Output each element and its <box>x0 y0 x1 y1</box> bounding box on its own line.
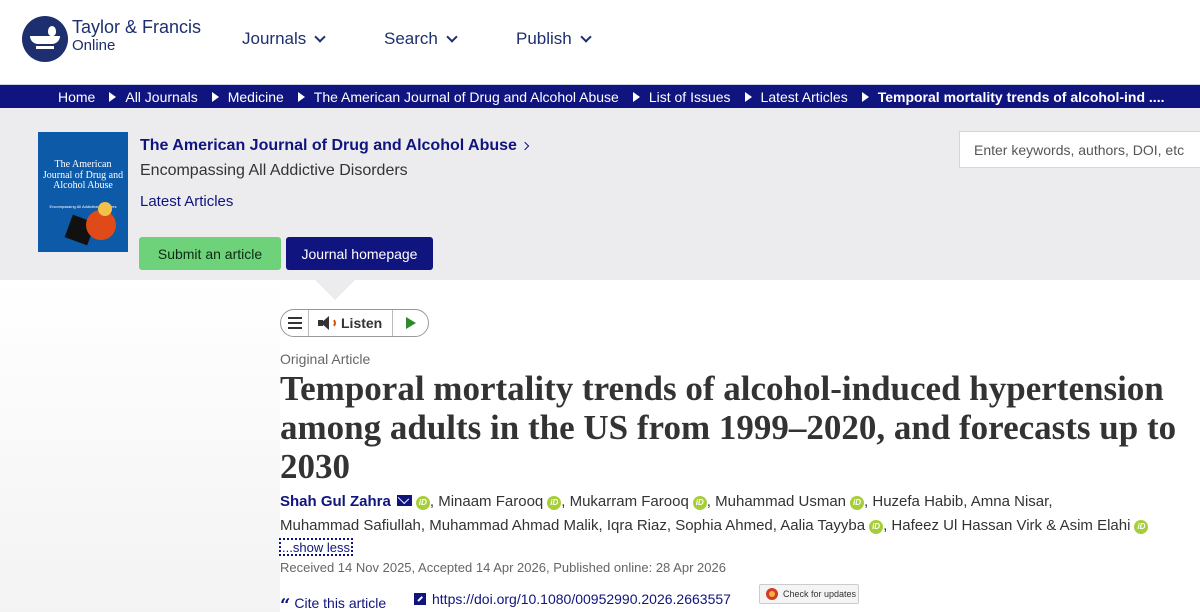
chevron-down-icon <box>580 31 592 43</box>
author-name: Muhammad Safiullah <box>280 517 421 534</box>
author-link[interactable]: Minaam Farooq iD <box>438 493 562 510</box>
breadcrumb-latest-articles[interactable]: Latest Articles <box>761 89 848 105</box>
menu-icon[interactable] <box>281 310 309 336</box>
nav-search[interactable]: Search <box>384 29 458 49</box>
cite-article-link[interactable]: “ Cite this article <box>280 591 386 612</box>
read-aloud-toolbar: Listen <box>280 309 429 337</box>
orcid-icon[interactable]: iD <box>415 496 430 510</box>
author-link[interactable]: Iqra Riaz <box>607 517 667 534</box>
orcid-icon[interactable]: iD <box>1134 520 1149 534</box>
listen-label: Listen <box>341 315 383 331</box>
speaker-icon <box>318 316 338 330</box>
left-margin <box>0 280 280 612</box>
doi-link[interactable]: https://doi.org/10.1080/00952990.2026.26… <box>414 591 731 607</box>
breadcrumb-current-article: Temporal mortality trends of alcohol-ind… <box>877 88 1165 105</box>
breadcrumb-arrow-icon <box>744 91 752 102</box>
author-link[interactable]: Muhammad Safiullah <box>280 517 421 534</box>
nav-search-label: Search <box>384 29 438 48</box>
author-link[interactable]: Muhammad Ahmad Malik <box>429 517 598 534</box>
author-link[interactable]: Muhammad Usman iD <box>715 493 865 510</box>
banner-pointer <box>315 280 355 300</box>
logo-line1: Taylor & Francis <box>72 17 202 37</box>
nav-publish-label: Publish <box>516 29 572 48</box>
article-type: Original Article <box>280 351 371 367</box>
check-updates-label: Check for updates <box>783 589 857 599</box>
doi-text: https://doi.org/10.1080/00952990.2026.26… <box>432 591 731 607</box>
author-link[interactable]: Aalia Tayyba iD <box>780 517 884 534</box>
search-input[interactable] <box>974 141 1200 158</box>
breadcrumb-home[interactable]: Home <box>58 89 95 105</box>
author-name: Minaam Farooq <box>438 493 544 510</box>
breadcrumb-arrow-icon <box>211 91 219 102</box>
site-header: Taylor & Francis Online Journals Search … <box>0 0 1200 84</box>
author-name: Asim Elahi <box>1059 517 1131 534</box>
author-name: Shah Gul Zahra <box>280 493 391 510</box>
publication-dates: Received 14 Nov 2025, Accepted 14 Apr 20… <box>280 560 726 575</box>
author-link[interactable]: Sophia Ahmed <box>675 517 773 534</box>
author-name: Amna Nisar <box>970 493 1049 510</box>
journal-title: The American Journal of Drug and Alcohol… <box>140 137 517 154</box>
submit-article-button[interactable]: Submit an article <box>139 237 281 270</box>
email-icon[interactable] <box>396 495 412 506</box>
orcid-icon[interactable]: iD <box>869 520 884 534</box>
chevron-down-icon <box>314 31 326 43</box>
breadcrumb-arrow-icon <box>297 91 305 102</box>
journal-subtitle: Encompassing All Addictive Disorders <box>140 162 408 179</box>
search-field[interactable] <box>959 131 1200 168</box>
author-link[interactable]: Asim Elahi iD <box>1060 517 1149 534</box>
author-link[interactable]: Amna Nisar <box>971 493 1049 510</box>
orcid-icon[interactable]: iD <box>850 496 865 510</box>
article-title: Temporal mortality trends of alcohol-ind… <box>280 369 1177 486</box>
check-for-updates-button[interactable]: Check for updates <box>759 584 859 604</box>
breadcrumb-all-journals[interactable]: All Journals <box>125 89 197 105</box>
journal-cover-image[interactable]: The American Journal of Drug and Alcohol… <box>38 132 128 252</box>
author-name: Iqra Riaz <box>606 517 667 534</box>
crossmark-icon <box>766 588 778 600</box>
author-name: Hafeez Ul Hassan Virk <box>891 517 1043 534</box>
author-name: Sophia Ahmed <box>675 517 773 534</box>
author-link[interactable]: Mukarram Farooq iD <box>570 493 707 510</box>
author-name: Aalia Tayyba <box>780 517 866 534</box>
nav-journals-label: Journals <box>242 29 307 48</box>
breadcrumb-list-of-issues[interactable]: List of Issues <box>649 89 731 105</box>
external-link-icon <box>414 593 426 605</box>
breadcrumb-journal[interactable]: The American Journal of Drug and Alcohol… <box>314 89 619 105</box>
listen-button[interactable]: Listen <box>309 310 394 336</box>
breadcrumb-arrow-icon <box>632 91 640 102</box>
breadcrumb-arrow-icon <box>861 91 869 102</box>
orcid-icon[interactable]: iD <box>692 496 707 510</box>
taylor-francis-logo[interactable]: Taylor & Francis Online <box>22 16 201 62</box>
breadcrumb-medicine[interactable]: Medicine <box>228 89 284 105</box>
orcid-icon[interactable]: iD <box>547 496 562 510</box>
nav-publish[interactable]: Publish <box>516 29 592 49</box>
play-icon <box>405 317 416 329</box>
chevron-right-icon <box>520 141 530 151</box>
journal-homepage-button[interactable]: Journal homepage <box>286 237 433 270</box>
quote-icon: “ <box>280 595 291 612</box>
author-name: Muhammad Usman <box>715 493 847 510</box>
journal-title-link[interactable]: The American Journal of Drug and Alcohol… <box>140 137 530 155</box>
author-link[interactable]: Hafeez Ul Hassan Virk <box>891 517 1042 534</box>
author-name: Mukarram Farooq <box>569 493 689 510</box>
breadcrumb-arrow-icon <box>109 91 117 102</box>
latest-articles-link[interactable]: Latest Articles <box>140 193 233 210</box>
lamp-logo-icon <box>22 16 68 62</box>
show-less-button[interactable]: ...show less <box>279 538 353 556</box>
play-button[interactable] <box>393 317 428 329</box>
author-list: Shah Gul Zahra iD, Minaam Farooq iD, Mukar… <box>280 490 1195 538</box>
author-name: Muhammad Ahmad Malik <box>429 517 599 534</box>
author-link[interactable]: Huzefa Habib <box>872 493 963 510</box>
author-link[interactable]: Shah Gul Zahra iD <box>280 493 430 510</box>
nav-journals[interactable]: Journals <box>242 29 326 49</box>
logo-line2: Online <box>72 36 116 54</box>
cover-title: The American Journal of Drug and Alcohol… <box>42 159 124 191</box>
cite-label: Cite this article <box>294 595 387 611</box>
breadcrumb: Home All Journals Medicine The American … <box>0 84 1200 108</box>
author-name: Huzefa Habib <box>872 493 964 510</box>
chevron-down-icon <box>446 31 458 43</box>
